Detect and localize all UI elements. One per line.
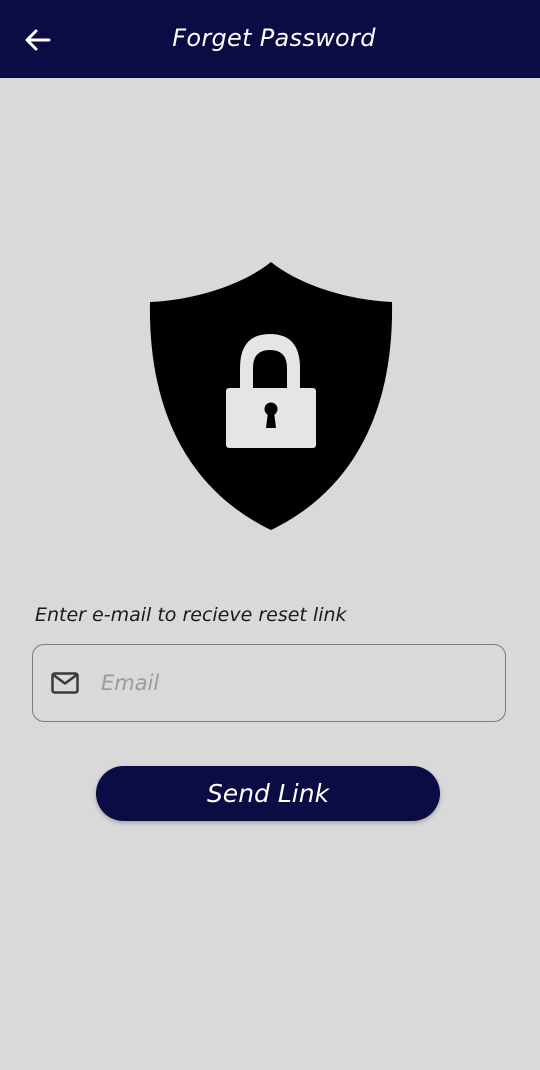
shield-lock-illustration bbox=[148, 260, 394, 532]
page-title: Forget Password bbox=[172, 24, 376, 52]
send-link-button[interactable]: Send Link bbox=[96, 766, 440, 821]
shield-lock-icon bbox=[149, 262, 393, 530]
email-input[interactable] bbox=[99, 662, 483, 704]
email-instruction-label: Enter e-mail to recieve reset link bbox=[35, 604, 347, 626]
mail-icon bbox=[50, 671, 80, 695]
app-bar: Forget Password bbox=[0, 0, 540, 78]
email-field[interactable] bbox=[32, 644, 506, 722]
